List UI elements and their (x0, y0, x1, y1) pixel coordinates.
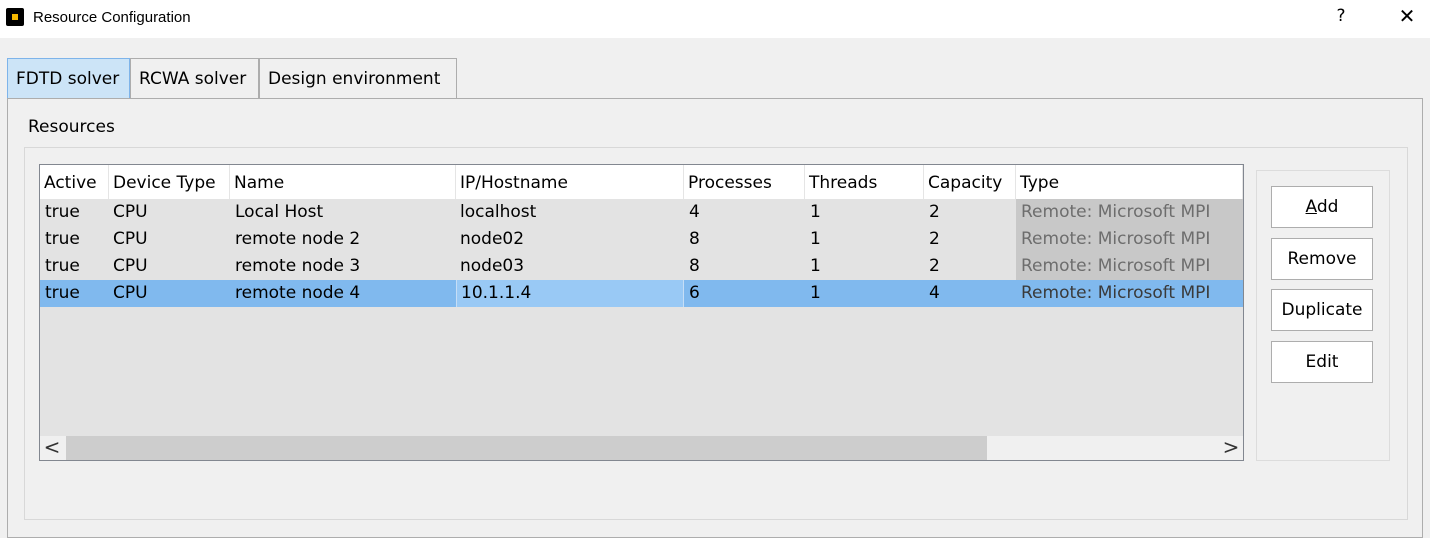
cell-processes: 8 (689, 256, 700, 276)
cell-type: Remote: Microsoft MPI (1016, 253, 1243, 280)
cell-processes: 6 (689, 283, 700, 303)
table-row[interactable]: true CPU remote node 2 node02 8 1 2 Remote: Mic… (40, 226, 1243, 253)
cell-type: Remote: Microsoft MPI (1016, 280, 1243, 307)
table-row[interactable]: true CPU remote node 4 10.1.1.4 6 1 4 Remote: M… (40, 280, 1243, 307)
cell-name: remote node 4 (235, 283, 361, 303)
cell-capacity: 4 (929, 283, 940, 303)
tab-design-environment[interactable]: Design environment (259, 58, 457, 98)
table-row[interactable]: true CPU Local Host localhost 4 1 2 Remote: Mic… (40, 199, 1243, 226)
cell-active: true (45, 283, 80, 303)
scroll-right-icon[interactable]: > (1219, 436, 1243, 460)
tab-fdtd-solver[interactable]: FDTD solver (7, 58, 130, 98)
column-header-capacity[interactable]: Capacity (924, 165, 1016, 199)
cell-capacity: 2 (929, 229, 940, 249)
column-header-ip-hostname[interactable]: IP/Hostname (456, 165, 684, 199)
cell-type: Remote: Microsoft MPI (1016, 199, 1243, 226)
column-header-name[interactable]: Name (230, 165, 456, 199)
cell-processes: 4 (689, 202, 700, 222)
cell-device-type: CPU (113, 256, 148, 276)
close-icon[interactable]: ✕ (1395, 4, 1419, 28)
cell-active: true (45, 202, 80, 222)
add-mnemonic: A (1305, 197, 1317, 217)
title-bar: Resource Configuration ? ✕ (0, 0, 1430, 38)
column-header-threads[interactable]: Threads (805, 165, 924, 199)
table-row[interactable]: true CPU remote node 3 node03 8 1 2 Remote: Mic… (40, 253, 1243, 280)
cell-capacity: 2 (929, 202, 940, 222)
cell-ip-hostname: localhost (460, 202, 537, 222)
cell-device-type: CPU (113, 202, 148, 222)
cell-active: true (45, 256, 80, 276)
window-title: Resource Configuration (33, 9, 191, 26)
cell-name: Local Host (235, 202, 324, 222)
cell-ip-hostname: 10.1.1.4 (456, 280, 684, 307)
cell-name: remote node 2 (235, 229, 361, 249)
tab-rcwa-solver[interactable]: RCWA solver (130, 58, 259, 98)
column-header-active[interactable]: Active (40, 165, 109, 199)
cell-processes: 8 (689, 229, 700, 249)
add-label-rest: dd (1316, 197, 1339, 217)
cell-name: remote node 3 (235, 256, 361, 276)
table-header: Active Device Type Name IP/Hostname Processe… (40, 165, 1243, 199)
cell-ip-hostname: node02 (460, 229, 525, 249)
column-header-device-type[interactable]: Device Type (109, 165, 230, 199)
cell-device-type: CPU (113, 283, 148, 303)
cell-threads: 1 (810, 283, 821, 303)
cell-ip-hostname: node03 (460, 256, 525, 276)
remove-button[interactable]: Remove (1271, 238, 1373, 280)
cell-active: true (45, 229, 80, 249)
scroll-left-icon[interactable]: < (40, 436, 64, 460)
column-header-processes[interactable]: Processes (684, 165, 805, 199)
column-header-type[interactable]: Type (1016, 165, 1243, 199)
add-button[interactable]: Add (1271, 186, 1373, 228)
cell-device-type: CPU (113, 229, 148, 249)
horizontal-scrollbar[interactable]: < > (40, 436, 1243, 460)
cell-threads: 1 (810, 256, 821, 276)
resources-label: Resources (28, 117, 115, 137)
cell-threads: 1 (810, 202, 821, 222)
cell-type: Remote: Microsoft MPI (1016, 226, 1243, 253)
edit-button[interactable]: Edit (1271, 341, 1373, 383)
cell-threads: 1 (810, 229, 821, 249)
cell-capacity: 2 (929, 256, 940, 276)
help-icon[interactable]: ? (1331, 6, 1351, 26)
resources-table[interactable]: Active Device Type Name IP/Hostname Processe… (39, 164, 1244, 461)
duplicate-button[interactable]: Duplicate (1271, 289, 1373, 331)
scroll-thumb[interactable] (66, 436, 987, 460)
app-icon (6, 8, 24, 26)
